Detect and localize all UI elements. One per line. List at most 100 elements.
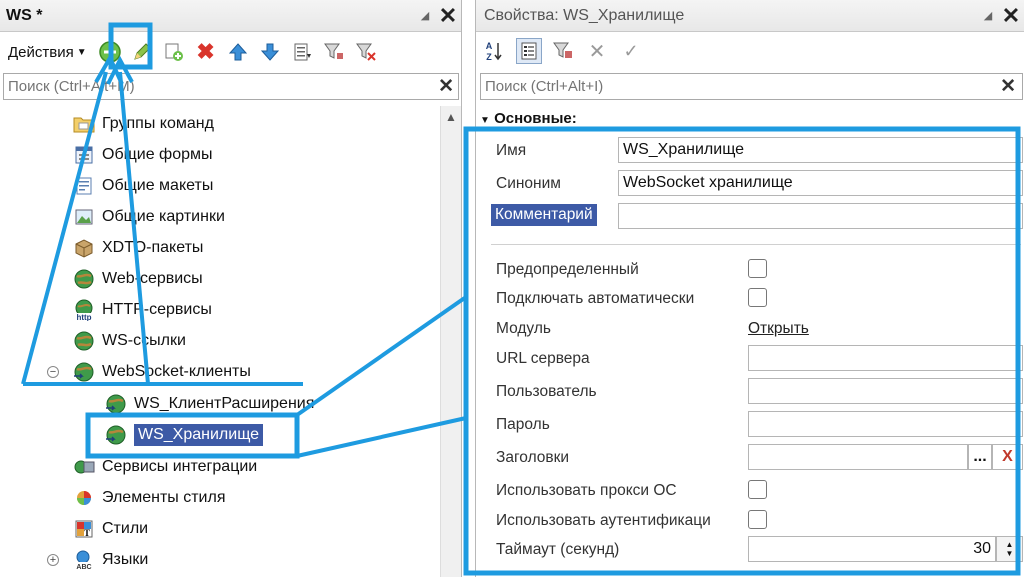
section-title: Основные: [494,110,577,127]
close-icon[interactable]: ✕ [435,3,461,29]
clear-search-icon[interactable]: ✕ [1000,75,1016,98]
separator [491,244,1021,245]
auth-label: Использовать аутентификаци [496,512,711,529]
tree-item-label: Языки [102,551,149,568]
tree-item-label: Общие макеты [102,177,214,194]
left-title-bar: WS * ◢ ✕ [0,0,461,32]
delete-button[interactable]: ✖ [193,39,219,65]
predefined-checkbox[interactable] [748,259,767,278]
cancel-button[interactable]: ✕ [584,38,610,64]
user-field[interactable] [748,378,1023,404]
websocket-globe-icon [104,424,128,446]
tree-search-field[interactable]: ✕ [3,73,459,100]
tree-search-input[interactable] [4,74,424,99]
copy-button[interactable] [161,39,187,65]
arrow-down-icon [260,43,279,61]
actions-label: Действия [8,43,74,61]
tree-item-languages[interactable]: ABC Языки [72,546,148,574]
synonym-field[interactable]: WebSocket хранилище [618,170,1023,196]
headers-clear-button[interactable]: X [992,444,1023,470]
comment-field[interactable] [618,203,1023,229]
globe-icon [72,330,96,352]
tree-item-command-groups[interactable]: Группы команд [72,110,214,138]
tree-item-label: WS_Хранилище [134,424,264,446]
filter-clear-button[interactable] [353,39,379,65]
categorized-icon [521,42,537,60]
close-icon[interactable]: ✕ [998,3,1024,29]
tree-item-integration-services[interactable]: Сервисы интеграции [72,453,257,481]
panel-title: WS * [6,6,43,24]
style-element-icon [72,487,96,509]
collapse-toggle[interactable]: − [47,366,59,378]
tree-item-ws-client-extension[interactable]: WS_КлиентРасширения [104,390,314,418]
timeout-spinner[interactable]: ▲ ▼ [996,536,1023,562]
comment-label: Комментарий [491,204,597,226]
properties-search-field[interactable]: ✕ [480,73,1023,100]
tree-item-websocket-clients[interactable]: WebSocket-клиенты [72,358,251,386]
name-field[interactable]: WS_Хранилище [618,137,1023,163]
language-icon: ABC [72,549,96,571]
pin-icon[interactable]: ◢ [415,9,435,22]
tree-item-xdto-packages[interactable]: XDTO-пакеты [72,234,203,262]
add-button[interactable] [97,39,123,65]
svg-text:ABC: ABC [76,564,91,571]
properties-title: Свойства: WS_Хранилище [484,6,685,24]
svg-text:http: http [76,313,91,321]
sort-az-icon: A Z [486,41,502,62]
password-field[interactable] [748,411,1023,437]
open-module-link[interactable]: Открыть [748,320,809,338]
tree-item-style-elements[interactable]: Элементы стиля [72,484,225,512]
headers-select-button[interactable]: ... [968,444,992,470]
headers-field[interactable] [748,444,968,470]
expand-toggle[interactable]: + [47,554,59,566]
move-down-button[interactable] [257,39,283,65]
move-up-button[interactable] [225,39,251,65]
filter-button[interactable] [321,39,347,65]
tree-item-label: Общие формы [102,146,213,163]
properties-search-input[interactable] [481,74,981,99]
spin-up-icon[interactable]: ▲ [1006,540,1014,549]
scroll-up-icon[interactable]: ▲ [441,106,461,128]
list-button[interactable] [289,39,315,65]
tree-item-common-forms[interactable]: Общие формы [72,141,213,169]
configuration-tree: Группы команд Общие формы Общие макеты О… [0,106,440,577]
sort-alphabetical-button[interactable]: A Z [482,38,508,64]
configuration-tree-panel: WS * ◢ ✕ Действия ▼ ✖ Поиск (Ctrl+Alt+M)… [0,0,462,577]
proxy-checkbox[interactable] [748,480,767,499]
autoconnect-label: Подключать автоматически [496,290,695,307]
tree-item-label: WS-ссылки [102,332,186,349]
tree-item-ws-links[interactable]: WS-ссылки [72,327,186,355]
password-label: Пароль [496,416,550,433]
timeout-field[interactable]: 30 [748,536,996,562]
filter-button[interactable] [550,38,576,64]
edit-button[interactable] [129,39,155,65]
auth-checkbox[interactable] [748,510,767,529]
spin-down-icon[interactable]: ▼ [1006,549,1014,558]
tree-item-styles[interactable]: T Стили [72,515,148,543]
tree-scrollbar[interactable]: ▲ [440,106,461,577]
actions-menu-button[interactable]: Действия ▼ [4,41,91,64]
user-label: Пользователь [496,383,597,400]
pin-icon[interactable]: ◢ [978,9,998,22]
filter-icon [553,42,572,58]
tree-item-common-templates[interactable]: Общие макеты [72,172,213,200]
tree-item-label: WebSocket-клиенты [102,363,251,380]
websocket-globe-icon [104,393,128,415]
picture-icon [72,206,96,228]
categorized-view-button[interactable] [516,38,542,64]
tree-item-ws-storage[interactable]: WS_Хранилище [104,421,264,449]
filter-icon [323,43,343,59]
tree-item-http-services[interactable]: http HTTP-сервисы [72,296,212,324]
properties-panel: Свойства: WS_Хранилище ◢ ✕ A Z ✕ ✓ Поиск… [475,0,1024,577]
url-field[interactable] [748,345,1023,371]
apply-button[interactable]: ✓ [618,38,644,64]
tree-item-label: Группы команд [102,115,214,132]
tree-item-web-services[interactable]: Web-сервисы [72,265,203,293]
tree-item-common-pictures[interactable]: Общие картинки [72,203,225,231]
predefined-label: Предопределенный [496,261,639,278]
tree-item-label: Общие картинки [102,208,225,225]
properties-toolbar: A Z ✕ ✓ [476,32,1024,70]
section-header[interactable]: ▼ Основные: [480,110,577,127]
clear-search-icon[interactable]: ✕ [438,75,454,98]
autoconnect-checkbox[interactable] [748,288,767,307]
